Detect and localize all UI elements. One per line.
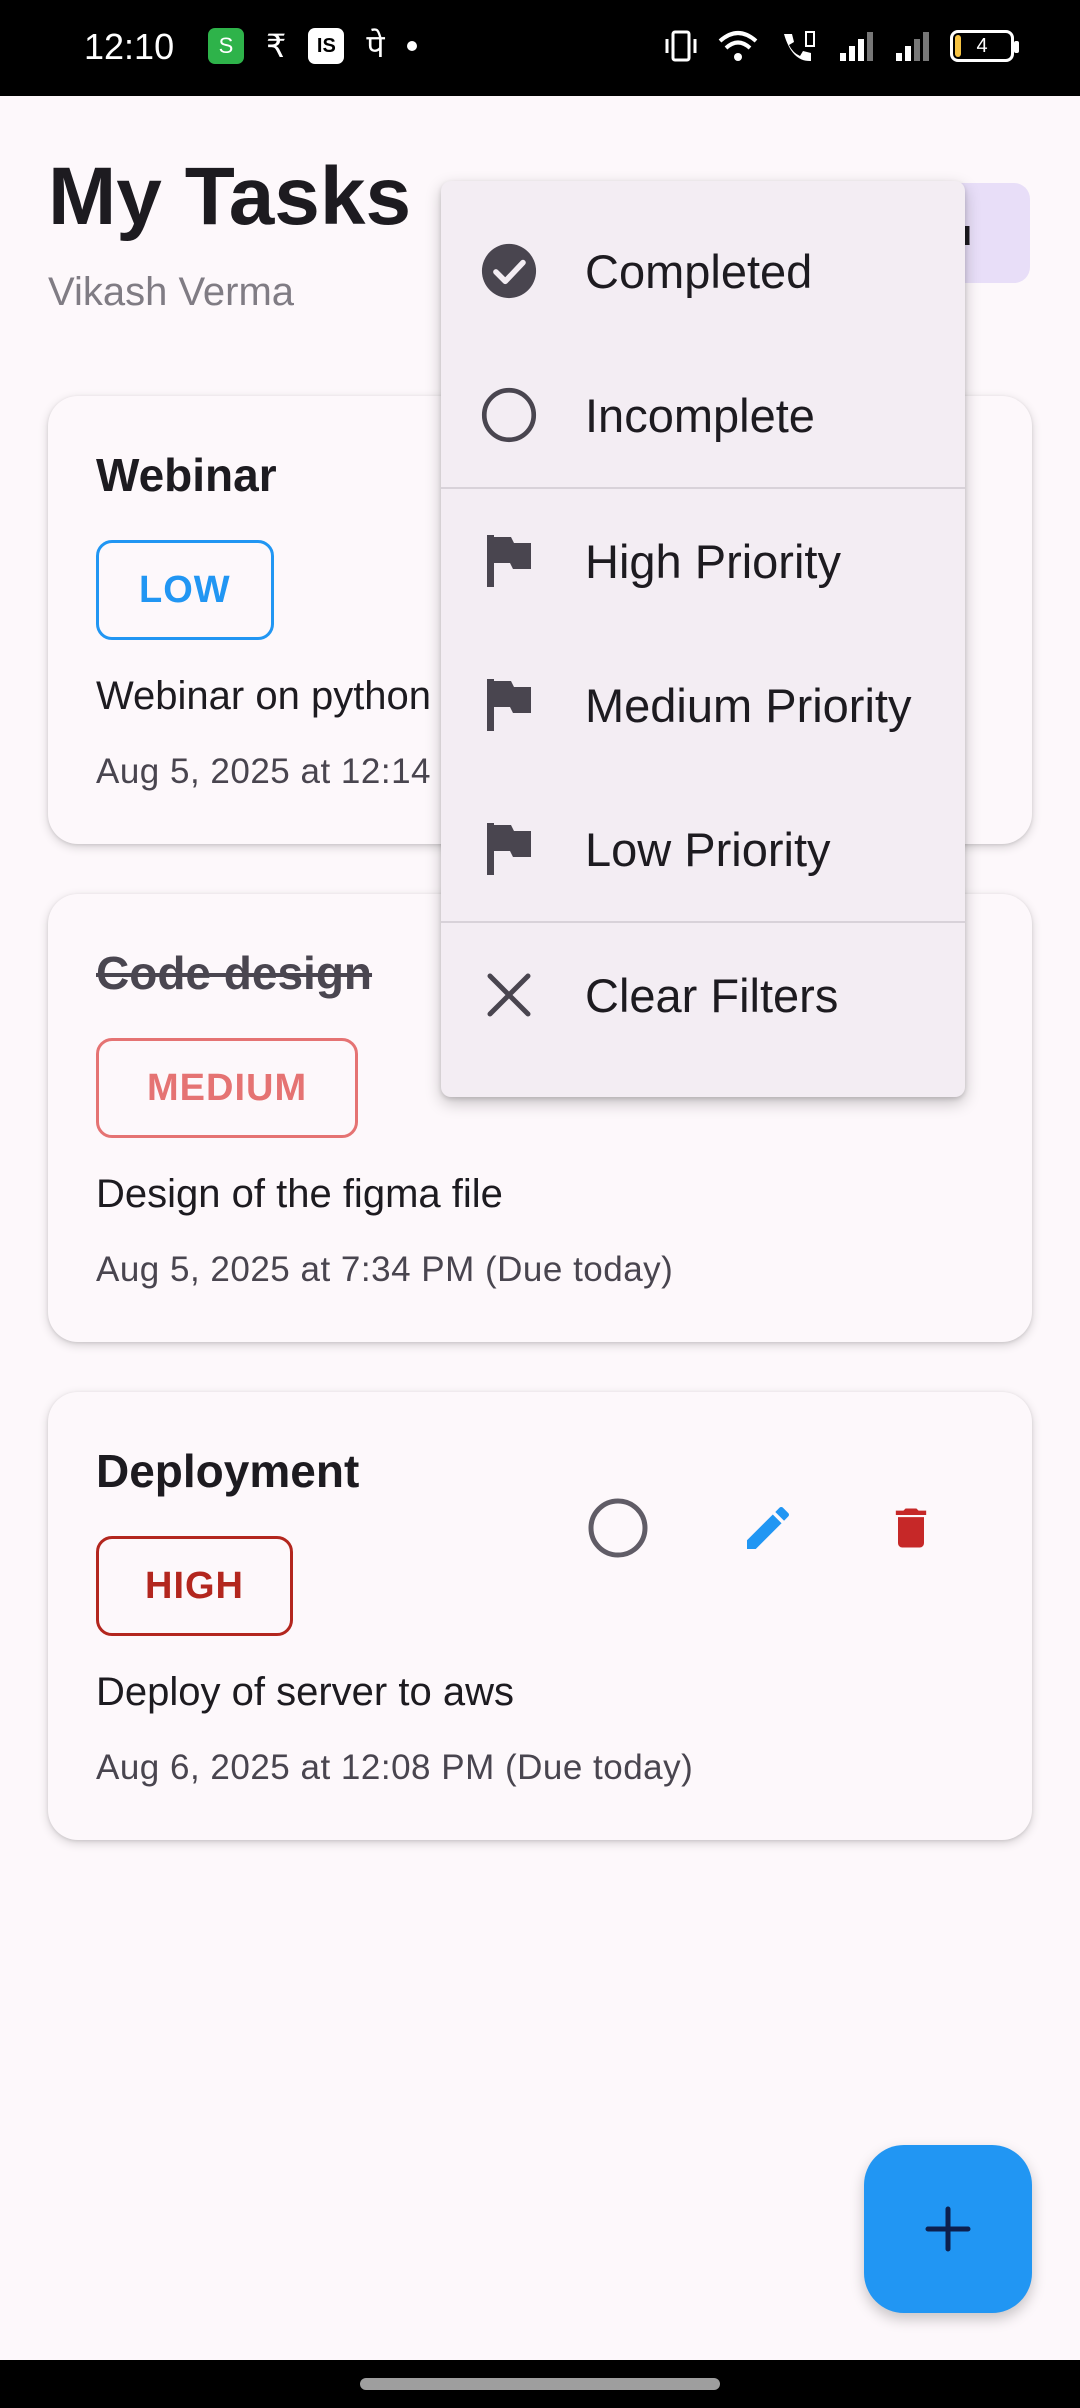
filter-menu: Completed Incomplete High Priority Mediu… bbox=[441, 181, 965, 1097]
flag-icon bbox=[481, 533, 537, 589]
menu-item-label: Clear Filters bbox=[585, 968, 839, 1022]
vibrate-icon bbox=[665, 30, 697, 62]
close-icon bbox=[481, 967, 537, 1023]
task-description: Webinar on python bbox=[96, 674, 432, 718]
circle-outline-icon bbox=[588, 1498, 648, 1558]
flag-icon bbox=[481, 821, 537, 877]
menu-item-high-priority[interactable]: High Priority bbox=[441, 489, 965, 633]
trash-icon bbox=[895, 1508, 927, 1548]
signal-2-icon bbox=[896, 32, 929, 61]
page-title: My Tasks bbox=[48, 151, 412, 242]
task-description: Deploy of server to aws bbox=[96, 1670, 514, 1714]
menu-item-label: Low Priority bbox=[585, 822, 831, 876]
status-time: 12:10 bbox=[84, 26, 175, 67]
battery-icon: 4 bbox=[950, 30, 1019, 62]
battery-level: 4 bbox=[976, 35, 988, 57]
menu-item-label: Completed bbox=[585, 244, 813, 298]
navigation-bar bbox=[0, 2360, 1080, 2408]
menu-item-label: Incomplete bbox=[585, 388, 815, 442]
add-task-button[interactable] bbox=[864, 2145, 1032, 2313]
user-name: Vikash Verma bbox=[48, 270, 295, 314]
toggle-complete-button[interactable] bbox=[582, 1492, 654, 1564]
menu-item-label: High Priority bbox=[585, 534, 841, 588]
task-due-date: Aug 5, 2025 at 12:14 bbox=[96, 752, 431, 791]
priority-badge: HIGH bbox=[96, 1536, 293, 1636]
pe-notification-icon: पे bbox=[366, 28, 385, 64]
edit-button[interactable] bbox=[732, 1492, 804, 1564]
app-notification-icon: S bbox=[208, 28, 244, 64]
plus-icon bbox=[925, 2206, 971, 2252]
flag-icon bbox=[481, 677, 537, 733]
is-notification-icon: IS bbox=[308, 28, 345, 64]
more-notifications-icon bbox=[406, 41, 417, 51]
signal-1-icon bbox=[840, 32, 873, 61]
menu-item-incomplete[interactable]: Incomplete bbox=[441, 343, 965, 487]
menu-item-completed[interactable]: Completed bbox=[441, 199, 965, 343]
task-card[interactable]: Deployment HIGH Deploy of server to aws … bbox=[48, 1392, 1032, 1840]
task-description: Design of the figma file bbox=[96, 1172, 503, 1216]
priority-badge: LOW bbox=[96, 540, 274, 640]
wifi-icon bbox=[718, 31, 758, 61]
circle-outline-icon bbox=[481, 387, 537, 443]
menu-item-label: Medium Priority bbox=[585, 678, 912, 732]
edit-icon bbox=[747, 1506, 790, 1549]
status-bar: 12:10 S ₹ IS पे 4 bbox=[0, 0, 1080, 96]
priority-badge: MEDIUM bbox=[96, 1038, 359, 1138]
check-circle-icon bbox=[481, 243, 537, 299]
task-title: Code design bbox=[96, 947, 373, 999]
delete-button[interactable] bbox=[875, 1492, 947, 1564]
system-icons: 4 bbox=[664, 28, 1019, 64]
menu-item-clear-filters[interactable]: Clear Filters bbox=[441, 923, 965, 1067]
notification-icons: S ₹ IS पे bbox=[208, 28, 417, 64]
menu-item-medium-priority[interactable]: Medium Priority bbox=[441, 633, 965, 777]
task-due-date: Aug 6, 2025 at 12:08 PM (Due today) bbox=[96, 1748, 694, 1787]
home-gesture-handle[interactable] bbox=[360, 2378, 720, 2390]
call-signal-icon bbox=[784, 31, 815, 62]
task-title: Webinar bbox=[96, 449, 277, 501]
menu-item-low-priority[interactable]: Low Priority bbox=[441, 777, 965, 921]
rupee-notification-icon: ₹ bbox=[266, 28, 287, 64]
task-due-date: Aug 5, 2025 at 7:34 PM (Due today) bbox=[96, 1250, 674, 1289]
task-title: Deployment bbox=[96, 1445, 360, 1497]
